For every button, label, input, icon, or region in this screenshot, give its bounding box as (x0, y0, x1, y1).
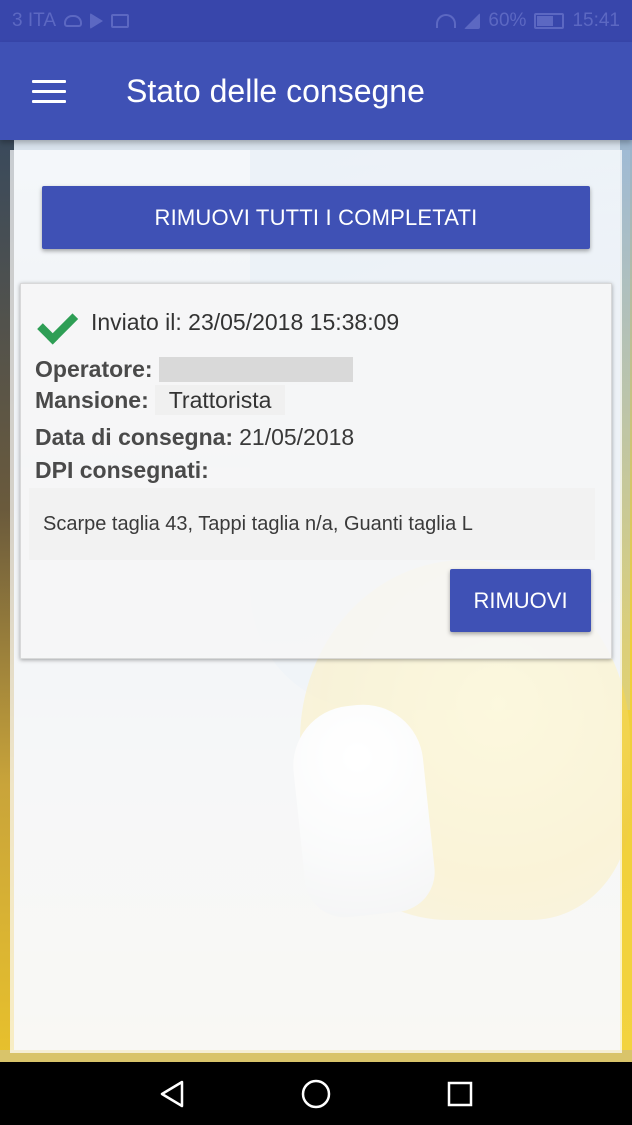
carrier-label: 3 ITA (12, 10, 56, 31)
operatore-label: Operatore: (35, 356, 153, 382)
dpi-row: DPI consegnati: (35, 457, 209, 484)
mansione-value: Trattorista (154, 385, 286, 415)
status-left: 3 ITA (12, 10, 129, 32)
back-triangle-icon[interactable] (142, 1069, 202, 1119)
wifi-icon (436, 14, 457, 28)
home-circle-icon[interactable] (286, 1069, 346, 1119)
app-toolbar: Stato delle consegne (0, 42, 632, 140)
clock: 15:41 (572, 10, 620, 31)
app-screen: 3 ITA 60% 15:41 Stato delle consegne RIM… (0, 0, 632, 1125)
battery-icon (534, 13, 565, 29)
page-title: Stato delle consegne (126, 72, 425, 109)
dpi-list: Scarpe taglia 43, Tappi taglia n/a, Guan… (29, 488, 595, 560)
check-icon (35, 302, 81, 342)
mansione-label: Mansione: (35, 386, 149, 413)
status-right: 60% 15:41 (436, 10, 620, 32)
battery-percent: 60% (488, 10, 527, 31)
mansione-row: Mansione: Trattorista (35, 385, 286, 415)
data-consegna-label: Data di consegna: (35, 424, 234, 450)
play-store-icon (90, 13, 103, 29)
status-bar: 3 ITA 60% 15:41 (0, 0, 632, 42)
image-icon (111, 14, 129, 28)
signal-icon (464, 13, 481, 29)
remove-button[interactable]: RIMUOVI (450, 569, 591, 632)
sent-timestamp: Inviato il: 23/05/2018 15:38:09 (91, 308, 400, 335)
delivery-card: Inviato il: 23/05/2018 15:38:09 Operator… (20, 283, 612, 659)
data-consegna-row: Data di consegna: 21/05/2018 (35, 424, 354, 451)
system-nav-bar (0, 1062, 632, 1125)
dpi-label: DPI consegnati: (35, 457, 209, 483)
remove-all-completed-button[interactable]: RIMUOVI TUTTI I COMPLETATI (42, 186, 590, 249)
delivery-header: Inviato il: 23/05/2018 15:38:09 (35, 302, 399, 342)
cloud-icon (64, 15, 82, 27)
data-consegna-value: 21/05/2018 (239, 424, 355, 450)
operatore-row: Operatore: (35, 356, 353, 383)
recents-square-icon[interactable] (430, 1069, 490, 1119)
hamburger-menu-icon[interactable] (0, 42, 98, 140)
operatore-value-redacted (158, 357, 353, 382)
